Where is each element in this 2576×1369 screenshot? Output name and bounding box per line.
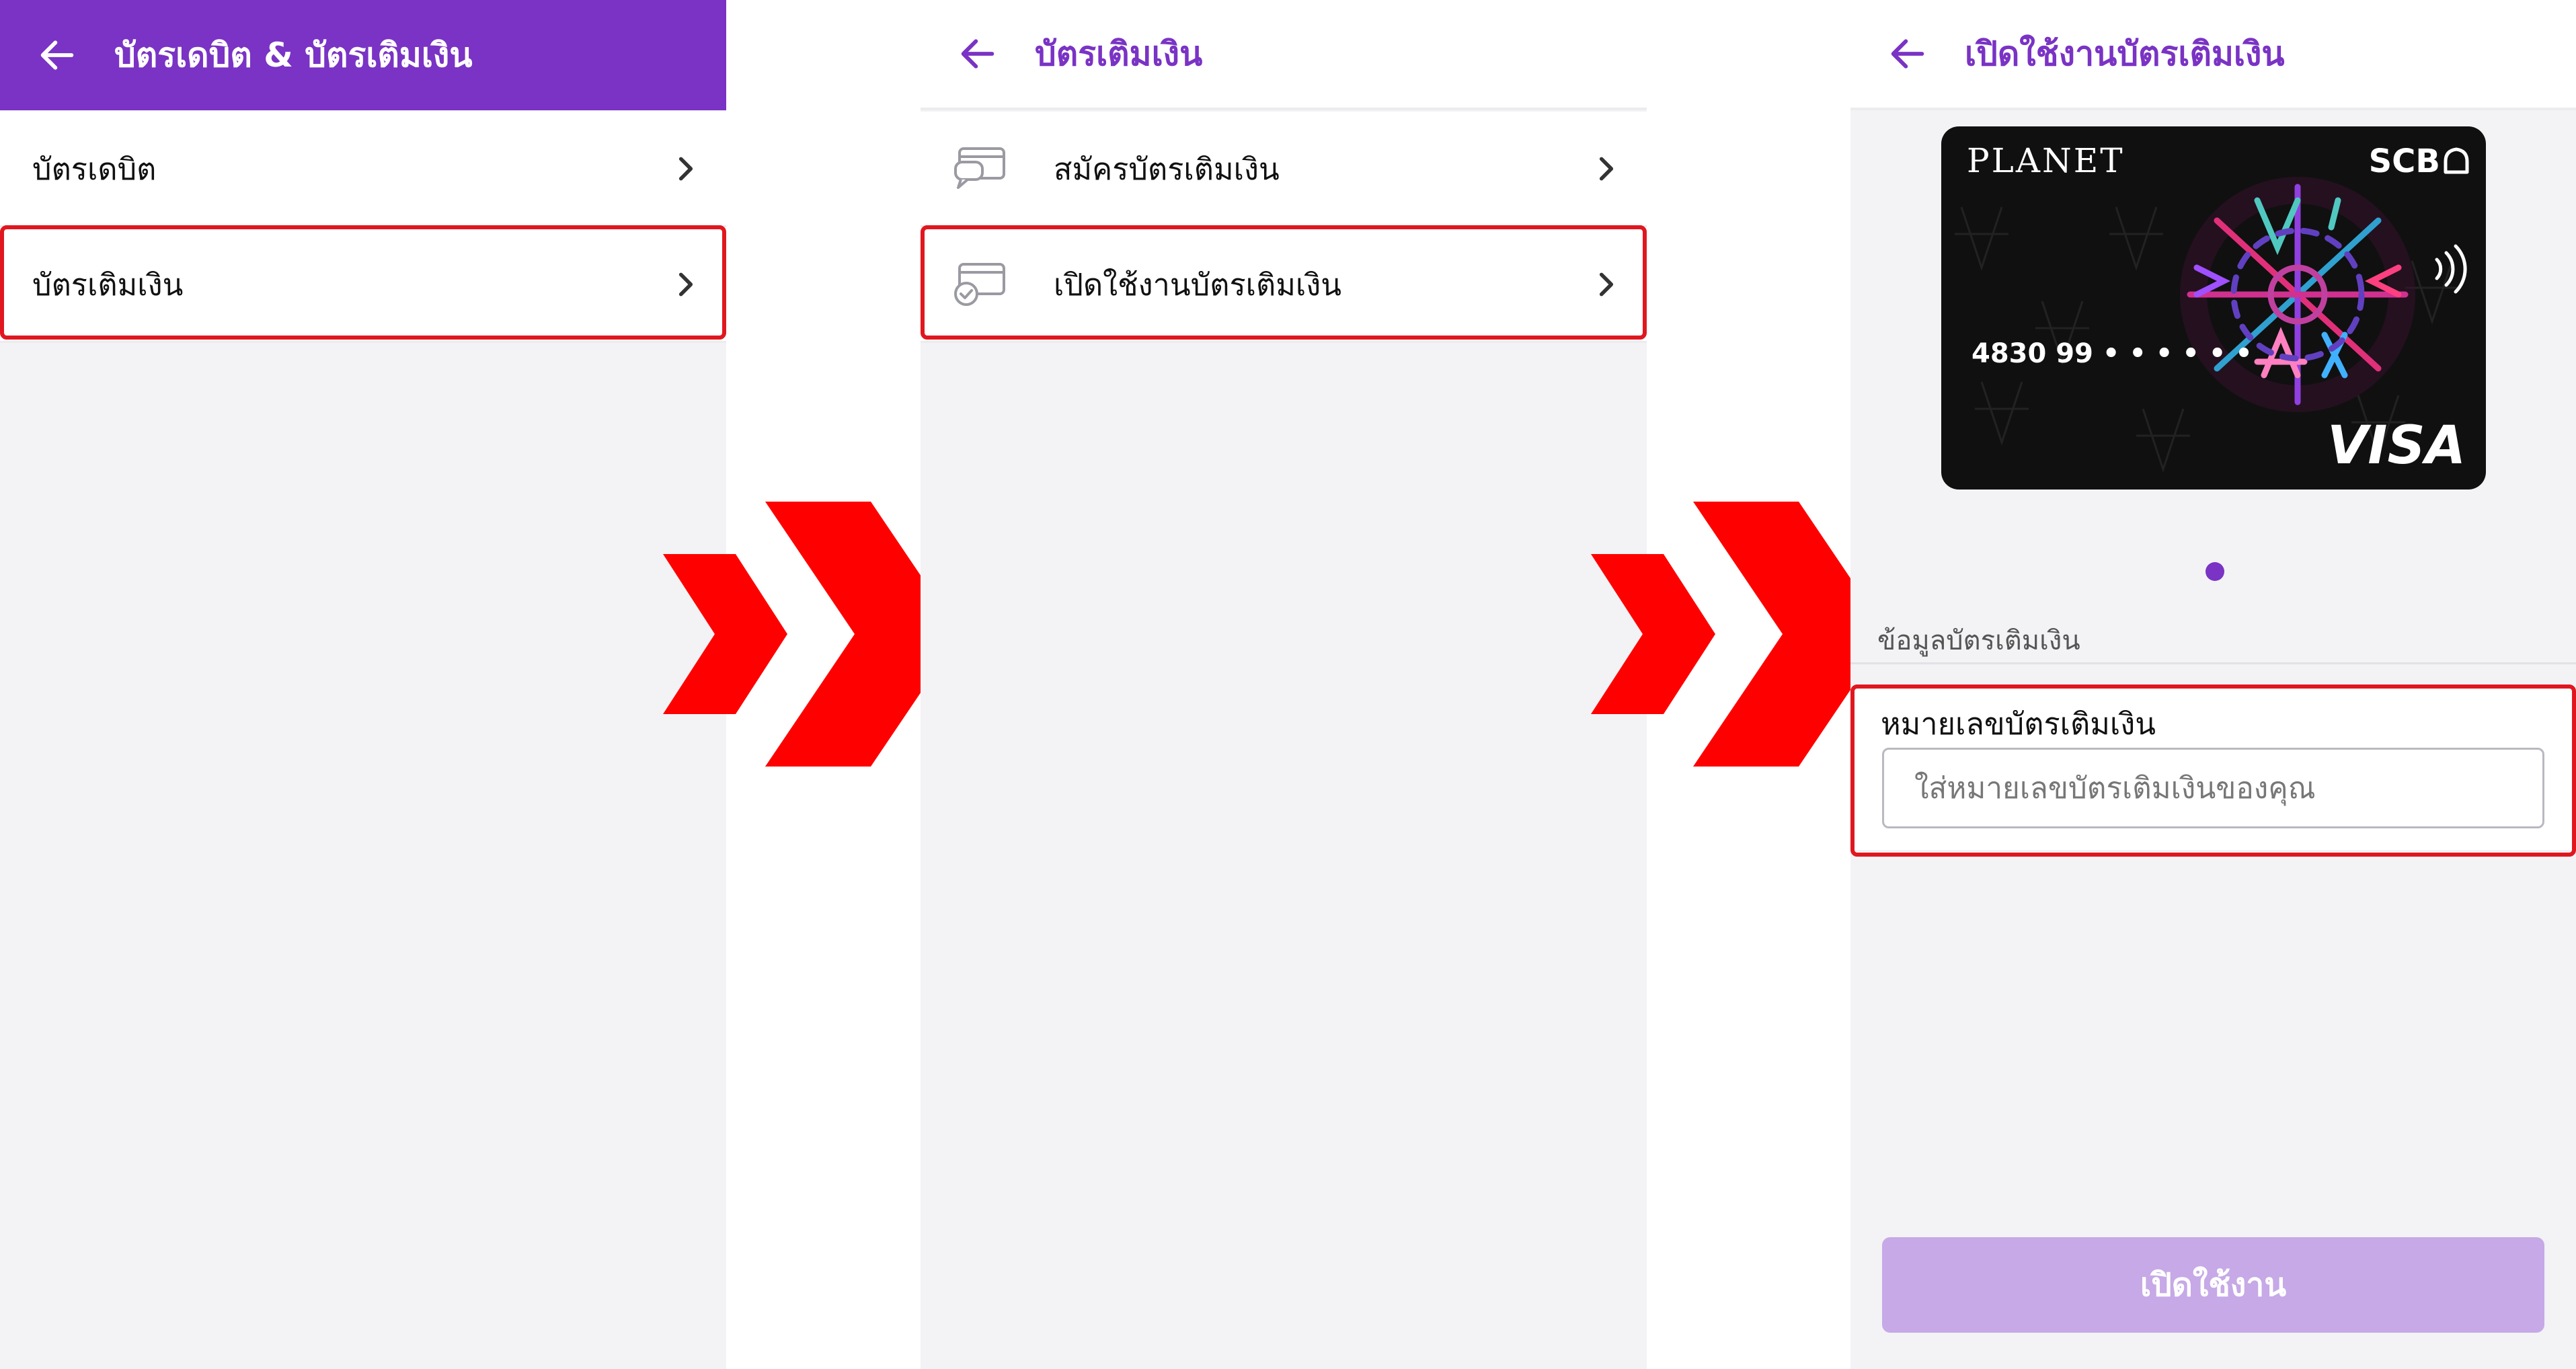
card-chat-icon [954,147,1005,189]
chevron-right-icon [678,157,693,180]
page-title: เปิดใช้งานบัตรเติมเงิน [1965,34,2285,73]
highlight-box [921,225,1647,340]
next-step-arrow-icon [663,502,960,767]
card-bank-text: SCB [2368,143,2440,180]
card-network-logo: VISA [2327,416,2466,476]
page-title: บัตรเติมเงิน [1035,34,1203,73]
back-button[interactable] [921,0,1035,109]
prepaid-card-image: PLANET SCB 4830 99 • • • • • • VISA [1941,126,2486,490]
section-divider [1850,662,2576,664]
card-number-text: 4830 99 • • • • • • [1972,338,2253,369]
highlight-box [0,225,726,340]
app-header: บัตรเติมเงิน [921,0,1647,110]
back-button[interactable] [1850,0,1965,109]
card-brand-text: PLANET [1967,141,2125,180]
back-button[interactable] [0,0,114,110]
arrow-left-icon [961,39,994,69]
screen-activate-prepaid: เปิดใช้งานบัตรเติมเงิน PLANET SCB 4830 9… [1850,0,2576,1369]
tutorial-stage: บัตรเดบิต & บัตรเติมเงิน บัตรเดบิต บัตรเ… [0,0,2576,1369]
chevron-right-icon [1599,157,1614,180]
highlight-box [1850,684,2576,857]
menu-item-label: สมัครบัตรเติมเงิน [1054,151,1280,187]
arrow-left-icon [40,40,74,70]
section-title: ข้อมูลบัตรเติมเงิน [1877,625,2080,656]
activate-button[interactable]: เปิดใช้งาน [1882,1237,2544,1333]
next-step-arrow-icon [1591,502,1888,767]
menu-item-apply-prepaid[interactable]: สมัครบัตรเติมเงิน [921,112,1647,227]
app-header: เปิดใช้งานบัตรเติมเงิน [1850,0,2576,110]
arrow-left-icon [1891,39,1924,69]
screen-debit-prepaid: บัตรเดบิต & บัตรเติมเงิน บัตรเดบิต บัตรเ… [0,0,726,1369]
page-title: บัตรเดบิต & บัตรเติมเงิน [114,35,473,75]
menu-item-label: บัตรเดบิต [32,151,157,187]
app-header: บัตรเดบิต & บัตรเติมเงิน [0,0,726,110]
screen-prepaid-card: บัตรเติมเงิน สมัครบัตรเติมเงิน เปิดใช้งา… [921,0,1647,1369]
carousel-indicator[interactable] [2206,562,2224,581]
bank-logo-icon [2444,147,2469,174]
menu-item-debit-card[interactable]: บัตรเดบิต [0,112,726,227]
